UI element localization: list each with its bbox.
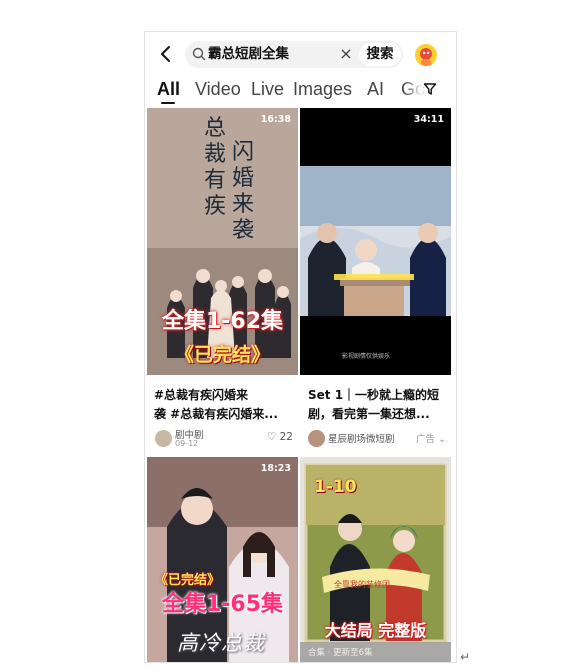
search-button[interactable]: 搜索	[359, 43, 401, 66]
video-title: Set 1｜一秒就上瘾的短 剧，看完第一集还想...	[308, 386, 444, 424]
result-card[interactable]: 影视剧情仅供娱乐 34:11 Set 1｜一秒就上瘾的短 剧，看完第一集还想..…	[300, 108, 451, 453]
app-window: 霸总短剧全集 × 搜索 All Video Live Images AI Gc	[144, 31, 457, 663]
status-tag: 《已完结》	[174, 344, 270, 366]
title-line: 袭 #总裁有疾闪婚来...	[154, 407, 278, 421]
top-bar: 霸总短剧全集 × 搜索	[145, 32, 456, 76]
glyph: 袭	[231, 218, 254, 243]
card-meta: 剧中剧 09-12 ♡ 22	[155, 427, 293, 449]
tab-fade	[403, 76, 423, 102]
post-date: 09-12	[175, 439, 199, 448]
ad-label[interactable]: 广告 ⌄	[416, 431, 446, 445]
title-line: 剧，看完第一集还想...	[308, 407, 430, 421]
tab-ai[interactable]: AI	[367, 78, 384, 100]
collection-caption: 合集 · 更新至6集	[308, 648, 373, 658]
glyph: 闪	[231, 140, 254, 165]
result-card[interactable]: 18:23 《已完结》 全集1-65集 高冷总裁	[147, 457, 298, 662]
glyph: 裁	[203, 142, 226, 167]
title-calligraphy-left: 总 裁 有 疾	[203, 116, 227, 220]
title-line: Set 1｜一秒就上瘾的短	[308, 388, 440, 402]
like-count[interactable]: ♡ 22	[267, 431, 293, 443]
thumbnail-art: 影视剧情仅供娱乐	[300, 108, 451, 375]
filter-icon[interactable]	[423, 82, 437, 96]
author-name[interactable]: 星辰剧场微短剧	[328, 431, 395, 445]
filter-tabs: All Video Live Images AI Gc	[145, 76, 456, 106]
collection-bar: 合集 · 更新至6集	[300, 642, 451, 662]
clear-icon[interactable]: ×	[337, 45, 355, 63]
tab-all[interactable]: All	[157, 78, 180, 100]
avatar-icon[interactable]	[415, 44, 437, 66]
video-thumbnail: 总 裁 有 疾 闪 婚 来 袭 16:38 全集1-62集 《已完结》	[147, 108, 298, 375]
search-icon	[192, 47, 206, 61]
tab-images[interactable]: Images	[293, 78, 352, 100]
episode-banner: 全集1-65集	[161, 592, 284, 617]
tab-video[interactable]: Video	[195, 78, 241, 100]
return-mark-icon: ↵	[460, 650, 471, 664]
glyph: 总	[203, 116, 226, 141]
tab-live[interactable]: Live	[251, 78, 284, 100]
glyph: 来	[231, 192, 254, 217]
svg-text:全靠我的装修团: 全靠我的装修团	[334, 579, 390, 589]
video-thumbnail: 18:23 《已完结》 全集1-65集 高冷总裁	[147, 457, 298, 662]
title-line: #总裁有疾闪婚来	[154, 388, 249, 402]
finale-banner: 大结局 完整版	[324, 621, 427, 640]
status-tag: 《已完结》	[155, 573, 221, 588]
card-meta: 星辰剧场微短剧 广告 ⌄	[308, 427, 446, 449]
video-duration: 34:11	[413, 114, 444, 125]
title-overlay: 高冷总裁	[177, 631, 265, 655]
glyph: 疾	[203, 194, 226, 219]
video-thumbnail: 全靠我的装修团 1-10 大结局 完整版 合集 · 更新至6集	[300, 457, 451, 662]
title-calligraphy-right: 闪 婚 来 袭	[231, 140, 255, 244]
video-title: #总裁有疾闪婚来 袭 #总裁有疾闪婚来...	[154, 386, 290, 424]
search-input[interactable]: 霸总短剧全集	[208, 45, 289, 64]
episode-badge: 1-10	[314, 477, 357, 497]
video-duration: 18:23	[260, 463, 291, 474]
video-duration: 16:38	[260, 114, 291, 125]
active-tab-indicator	[161, 102, 175, 104]
chevron-left-icon[interactable]	[155, 43, 177, 65]
video-thumbnail: 影视剧情仅供娱乐 34:11	[300, 108, 451, 375]
glyph: 婚	[231, 166, 254, 191]
result-card[interactable]: 全靠我的装修团 1-10 大结局 完整版 合集 · 更新至6集	[300, 457, 451, 662]
svg-text:影视剧情仅供娱乐: 影视剧情仅供娱乐	[342, 352, 390, 360]
search-bar[interactable]: 霸总短剧全集 × 搜索	[185, 41, 403, 68]
episode-banner: 全集1-62集	[161, 309, 284, 334]
author-avatar[interactable]	[155, 430, 172, 447]
glyph: 有	[203, 168, 226, 193]
author-avatar[interactable]	[308, 430, 325, 447]
result-card[interactable]: 总 裁 有 疾 闪 婚 来 袭 16:38 全集1-62集 《已完结》 #总裁有…	[147, 108, 298, 453]
